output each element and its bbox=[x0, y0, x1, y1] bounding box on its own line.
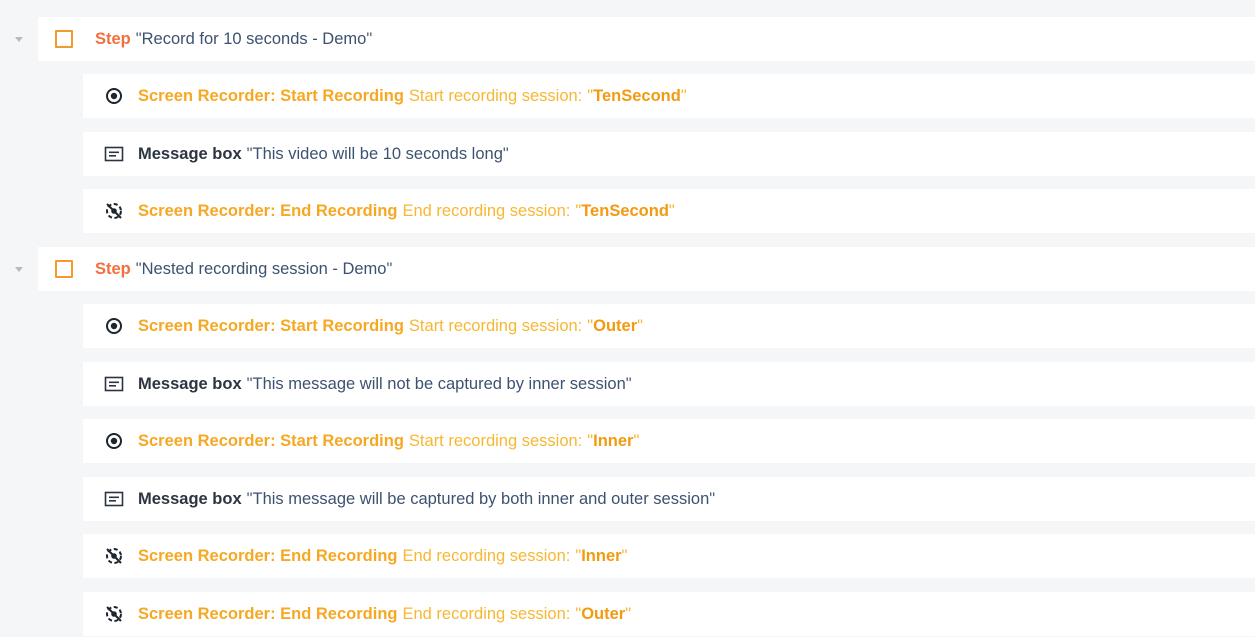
action-description: End recording session: bbox=[402, 201, 571, 220]
message-box-icon bbox=[104, 144, 124, 164]
step-collapse-caret[interactable] bbox=[12, 262, 26, 276]
action-keyword: Screen Recorder: End Recording bbox=[138, 604, 398, 623]
record-icon bbox=[104, 86, 124, 106]
step-row[interactable]: Step " Nested recording session - Demo " bbox=[38, 247, 1255, 291]
step-row[interactable]: Step " Record for 10 seconds - Demo " bbox=[38, 17, 1255, 61]
action-row-start-recording[interactable]: Screen Recorder: Start Recording Start r… bbox=[83, 304, 1255, 348]
action-row-end-recording[interactable]: Screen Recorder: End Recording End recor… bbox=[83, 592, 1255, 636]
step-checkbox[interactable] bbox=[55, 30, 73, 48]
action-keyword: Message box bbox=[138, 374, 242, 393]
action-description: End recording session: bbox=[402, 546, 571, 565]
session-name: Outer bbox=[593, 316, 638, 335]
action-row-start-recording[interactable]: Screen Recorder: Start Recording Start r… bbox=[83, 419, 1255, 463]
action-description: Start recording session: bbox=[408, 431, 583, 450]
step-checkbox[interactable] bbox=[55, 260, 73, 278]
action-row-start-recording[interactable]: Screen Recorder: Start Recording Start r… bbox=[83, 74, 1255, 118]
step-collapse-caret[interactable] bbox=[12, 32, 26, 46]
message-text: This message will not be captured by inn… bbox=[252, 374, 626, 393]
action-description: Start recording session: bbox=[408, 86, 583, 105]
message-text: This message will be captured by both in… bbox=[252, 489, 710, 508]
action-keyword: Screen Recorder: End Recording bbox=[138, 201, 398, 220]
action-description: End recording session: bbox=[402, 604, 571, 623]
session-name: Outer bbox=[581, 604, 626, 623]
session-name: Inner bbox=[593, 431, 634, 450]
action-row-message-box[interactable]: Message box " This video will be 10 secon… bbox=[83, 132, 1255, 176]
action-keyword: Message box bbox=[138, 144, 242, 163]
step-title: Record for 10 seconds - Demo bbox=[141, 29, 367, 48]
action-keyword: Screen Recorder: End Recording bbox=[138, 546, 398, 565]
end-recording-icon bbox=[104, 546, 124, 566]
action-keyword: Screen Recorder: Start Recording bbox=[138, 431, 404, 450]
step-title: Nested recording session - Demo bbox=[141, 259, 387, 278]
step-keyword: Step bbox=[95, 259, 131, 278]
session-name: TenSecond bbox=[581, 201, 669, 220]
action-row-end-recording[interactable]: Screen Recorder: End Recording End recor… bbox=[83, 534, 1255, 578]
workflow-list: Step " Record for 10 seconds - Demo " Scre… bbox=[0, 0, 1255, 637]
session-name: TenSecond bbox=[593, 86, 681, 105]
message-box-icon bbox=[104, 374, 124, 394]
action-keyword: Screen Recorder: Start Recording bbox=[138, 316, 404, 335]
end-recording-icon bbox=[104, 604, 124, 624]
message-text: This video will be 10 seconds long bbox=[252, 144, 503, 163]
step-keyword: Step bbox=[95, 29, 131, 48]
session-name: Inner bbox=[581, 546, 622, 565]
action-row-end-recording[interactable]: Screen Recorder: End Recording End recor… bbox=[83, 189, 1255, 233]
record-icon bbox=[104, 431, 124, 451]
action-keyword: Message box bbox=[138, 489, 242, 508]
end-recording-icon bbox=[104, 201, 124, 221]
record-icon bbox=[104, 316, 124, 336]
action-keyword: Screen Recorder: Start Recording bbox=[138, 86, 404, 105]
action-row-message-box[interactable]: Message box " This message will be captur… bbox=[83, 477, 1255, 521]
message-box-icon bbox=[104, 489, 124, 509]
action-description: Start recording session: bbox=[408, 316, 583, 335]
action-row-message-box[interactable]: Message box " This message will not be ca… bbox=[83, 362, 1255, 406]
